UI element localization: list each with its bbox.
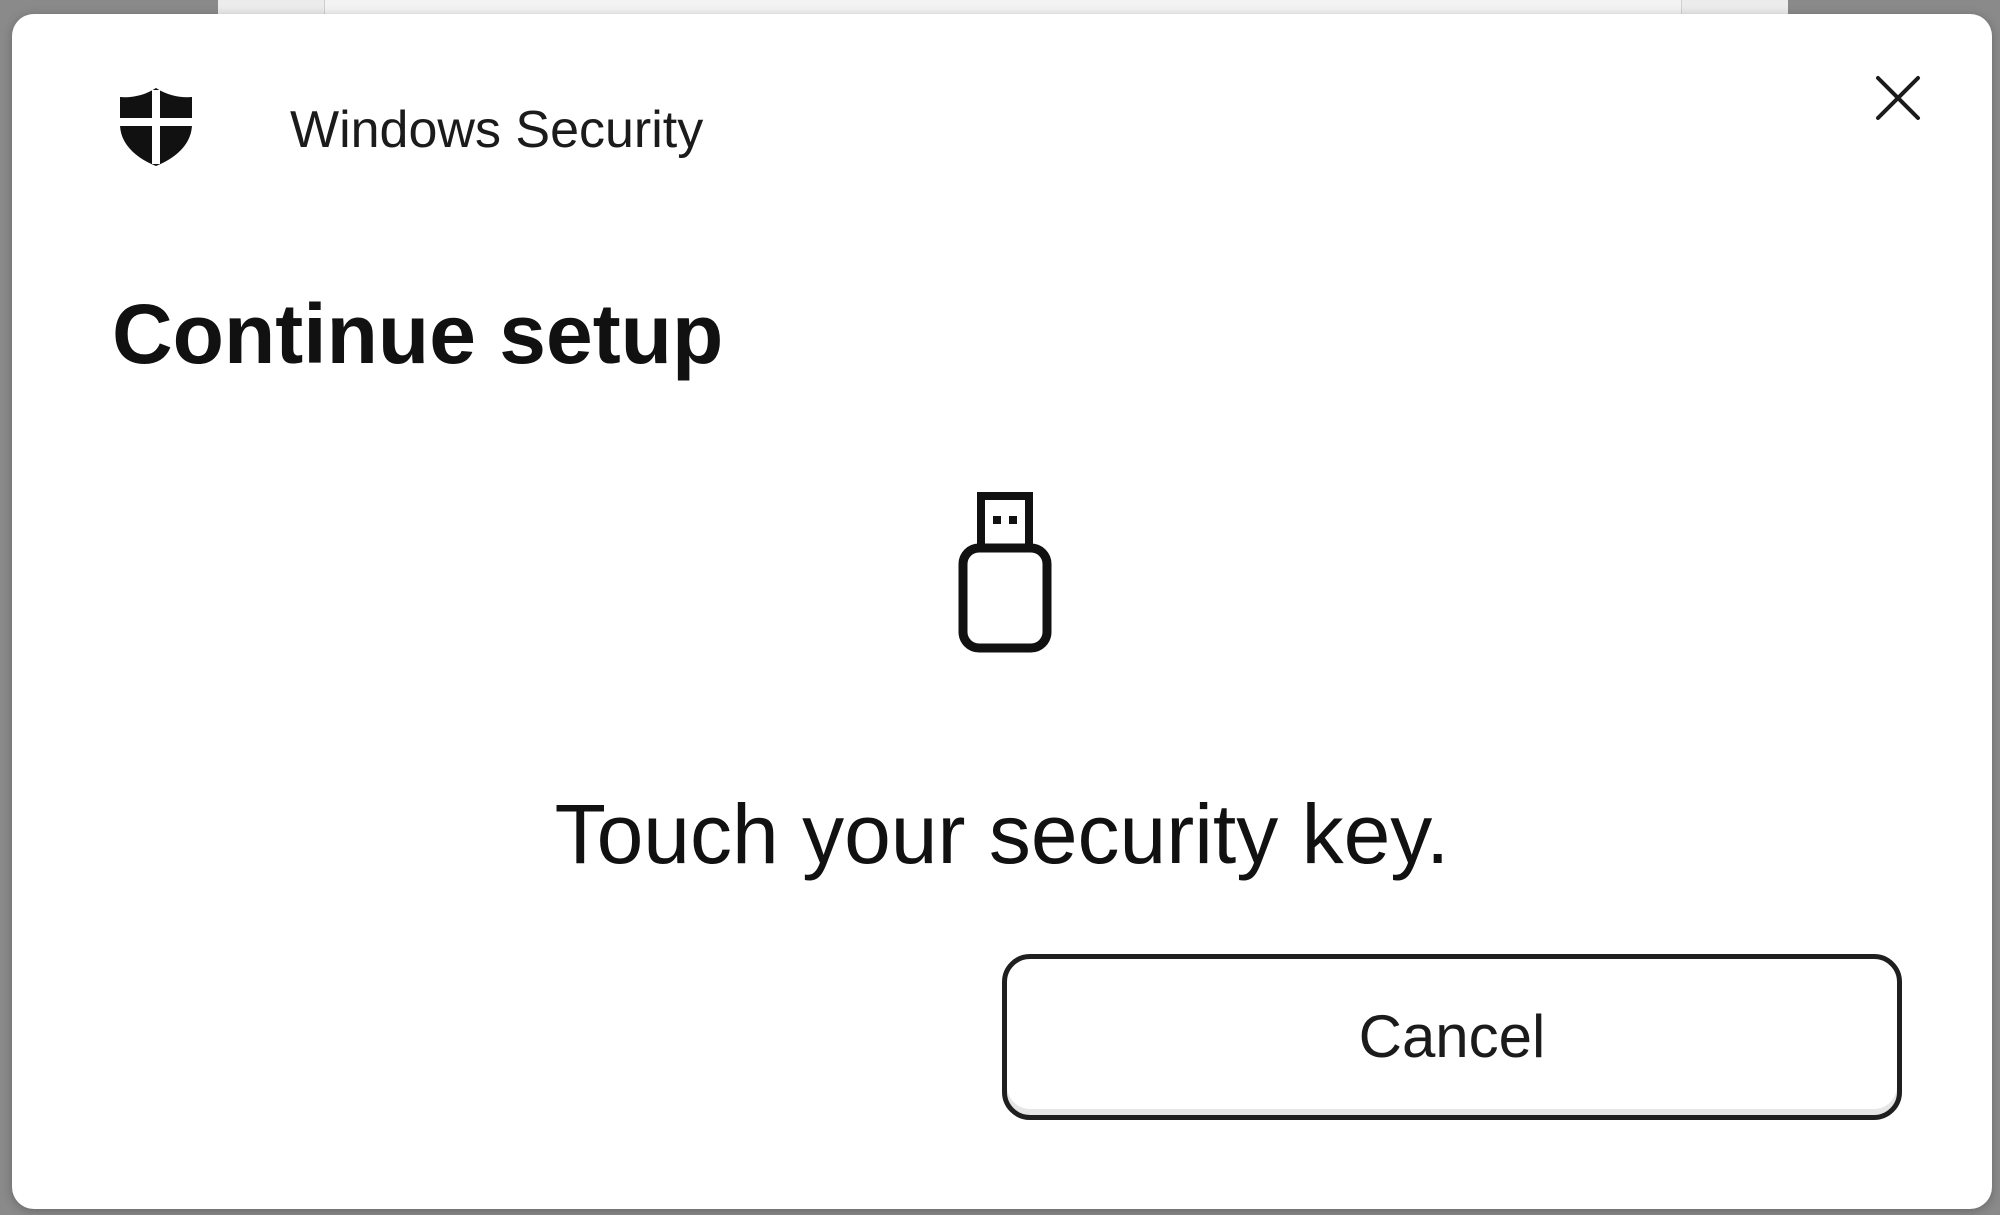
close-icon (1874, 74, 1922, 127)
dialog-heading: Continue setup (112, 287, 724, 381)
background-window-strip (218, 0, 1788, 15)
cancel-button[interactable]: Cancel (1002, 954, 1902, 1120)
instruction-message: Touch your security key. (554, 787, 1450, 881)
background-window-segment (1681, 0, 1788, 14)
app-title: Windows Security (290, 101, 704, 159)
background-window-segment (218, 0, 325, 14)
close-button[interactable] (1850, 52, 1946, 148)
security-dialog: Windows Security Continue setup Touch yo… (12, 14, 1992, 1209)
shield-icon (114, 84, 198, 168)
cancel-button-label: Cancel (1358, 1003, 1546, 1070)
usb-security-key-icon (955, 492, 1055, 654)
